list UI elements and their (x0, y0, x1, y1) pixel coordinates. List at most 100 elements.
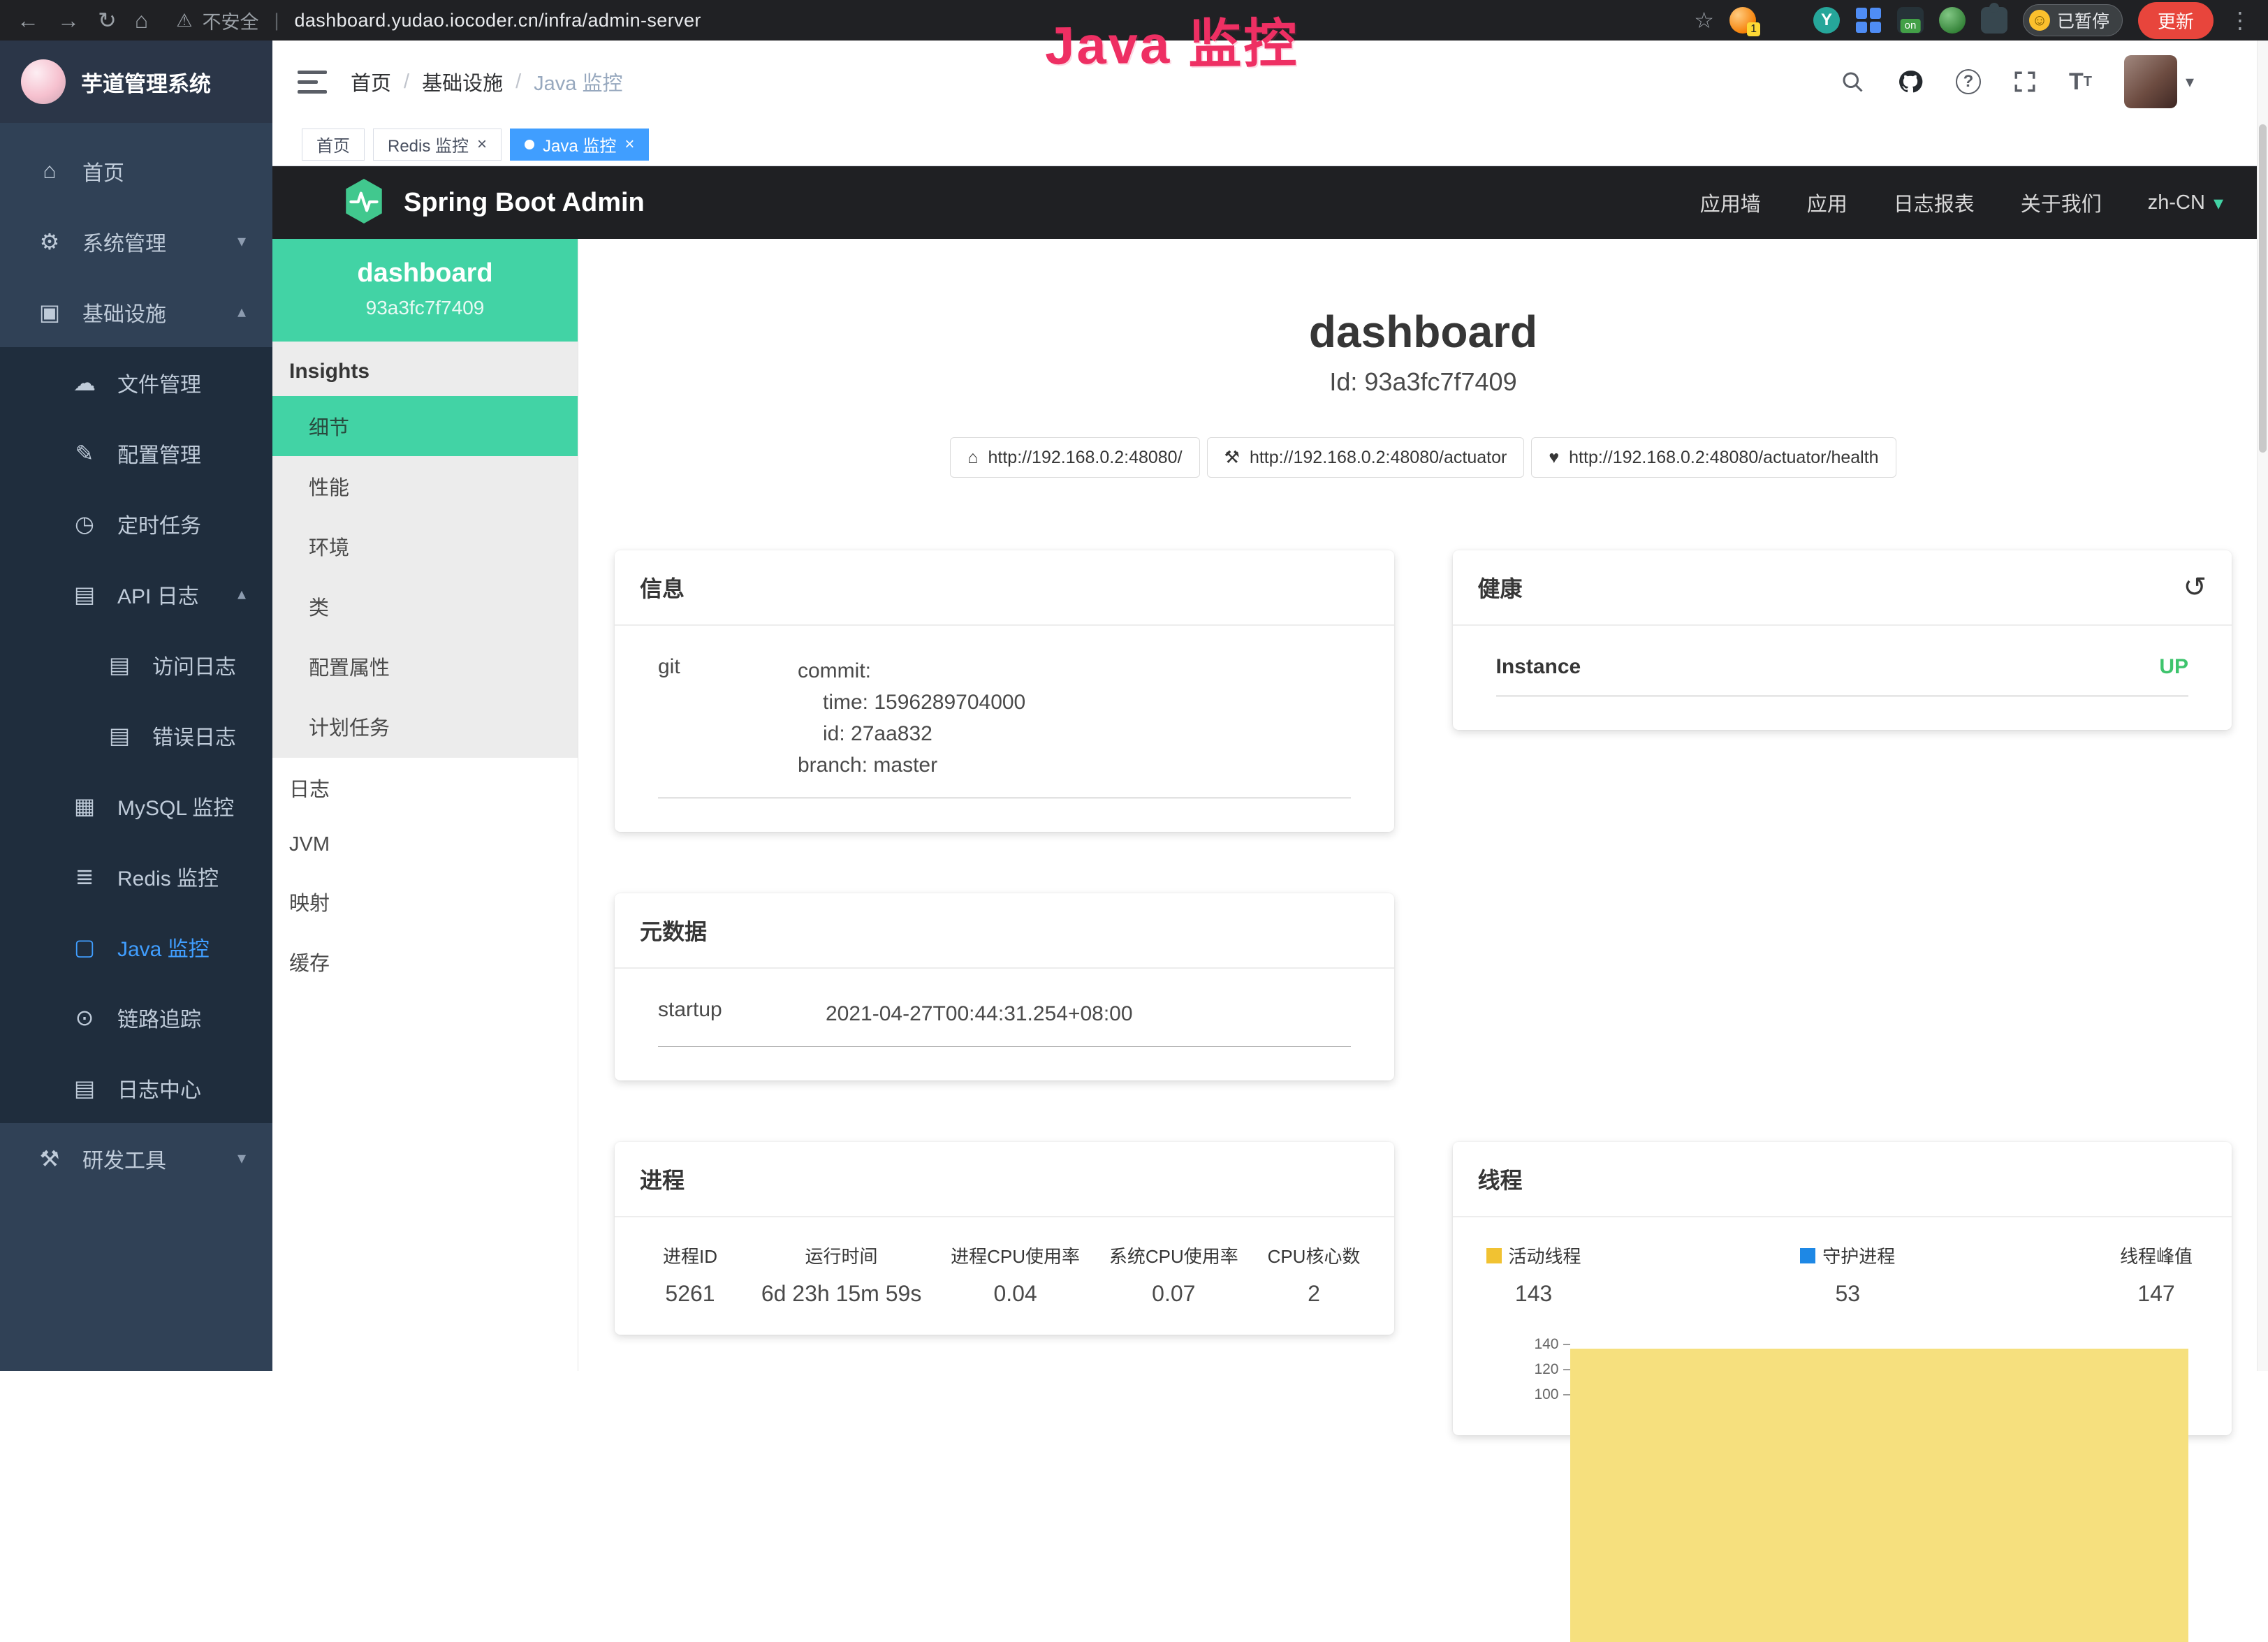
search-icon[interactable] (1840, 69, 1865, 94)
sidebar-item-file-mgmt[interactable]: ☁ 文件管理 (0, 347, 272, 418)
sidebar-item-tracing[interactable]: ⊙ 链路追踪 (0, 982, 272, 1053)
instance-nav-caches[interactable]: 缓存 (272, 932, 578, 992)
process-card-title: 进程 (640, 1163, 685, 1195)
process-metric: 进程CPU使用率 0.04 (951, 1243, 1080, 1307)
sidebar-item-home[interactable]: ⌂ 首页 (0, 135, 272, 206)
breadcrumb-home[interactable]: 首页 (351, 67, 391, 96)
browser-reload-icon[interactable]: ↻ (98, 9, 117, 31)
sidebar-item-label: Redis 监控 (117, 861, 219, 892)
on-extension-icon[interactable]: on (1897, 7, 1924, 34)
puzzle-extension-icon[interactable] (1981, 7, 2007, 34)
health-key: Instance (1496, 655, 1581, 679)
sba-nav-journal[interactable]: 日志报表 (1894, 188, 1975, 217)
sidebar-item-label: 首页 (82, 156, 124, 186)
sidebar-item-error-logs[interactable]: ▤ 错误日志 (0, 700, 272, 770)
hamburger-icon[interactable] (298, 71, 327, 94)
sidebar-item-infrastructure[interactable]: ▣ 基础设施 ▴ (0, 277, 272, 347)
sba-nav-wallboard[interactable]: 应用墙 (1700, 188, 1761, 217)
sidebar-item-dev-tools[interactable]: ⚒ 研发工具 ▾ (0, 1123, 272, 1194)
instance-nav-mappings[interactable]: 映射 (272, 872, 578, 932)
tab-redis-monitor[interactable]: Redis 监控 × (373, 129, 502, 161)
paused-badge[interactable]: ☺ 已暂停 (2023, 4, 2123, 36)
instance-url-link[interactable]: ⌂ http://192.168.0.2:48080/ (950, 437, 1199, 478)
sidebar-item-config-mgmt[interactable]: ✎ 配置管理 (0, 418, 272, 488)
sba-locale-select[interactable]: zh-CN ▾ (2148, 191, 2223, 214)
leaf-extension-icon[interactable] (1939, 7, 1966, 34)
redis-icon: ≣ (70, 863, 99, 890)
sidebar-item-redis-monitor[interactable]: ≣ Redis 监控 (0, 841, 272, 911)
instance-nav-classes[interactable]: 类 (272, 576, 578, 636)
close-icon[interactable]: × (477, 135, 487, 154)
threads-card-title: 线程 (1478, 1163, 1523, 1195)
sidebar-item-mysql-monitor[interactable]: ▦ MySQL 监控 (0, 770, 272, 841)
threads-chart: 140 120 100 (1486, 1332, 2199, 1407)
help-icon[interactable]: ? (1956, 69, 1981, 94)
instance-header[interactable]: dashboard 93a3fc7f7409 (272, 239, 578, 342)
instance-nav-details[interactable]: 细节 (272, 396, 578, 456)
instance-sidebar: dashboard 93a3fc7f7409 Insights 细节 性能 环境… (272, 239, 578, 1371)
instance-links: ⌂ http://192.168.0.2:48080/ ⚒ http://192… (615, 437, 2232, 478)
tab-java-monitor[interactable]: Java 监控 × (510, 129, 649, 161)
insights-group: Insights 细节 性能 环境 类 配置属性 计划任务 (272, 342, 578, 758)
sidebar-item-access-logs[interactable]: ▤ 访问日志 (0, 629, 272, 700)
grid-extension-icon[interactable] (1855, 7, 1882, 34)
y-extension-icon[interactable]: Y (1813, 7, 1840, 34)
browser-forward-icon[interactable]: → (57, 9, 80, 31)
sidebar-item-api-logs[interactable]: ▤ API 日志 ▴ (0, 559, 272, 629)
close-icon[interactable]: × (624, 135, 634, 154)
instance-nav-scheduled-tasks[interactable]: 计划任务 (272, 696, 578, 756)
actuator-url-link[interactable]: ⚒ http://192.168.0.2:48080/actuator (1207, 437, 1525, 478)
breadcrumb-current: Java 监控 (534, 67, 622, 96)
sidebar-item-system-mgmt[interactable]: ⚙ 系统管理 ▾ (0, 206, 272, 277)
tab-home[interactable]: 首页 (302, 129, 365, 161)
breadcrumb-infrastructure[interactable]: 基础设施 (422, 67, 503, 96)
sidebar-item-label: 文件管理 (117, 367, 201, 398)
home-icon: ⌂ (967, 448, 978, 468)
health-row-instance: Instance UP (1496, 655, 2189, 696)
sidebar-item-label: Java 监控 (117, 932, 210, 962)
threads-legend-peak: 线程峰值 147 (2114, 1243, 2198, 1307)
avatar-image (2124, 55, 2177, 108)
smiley-icon: ☺ (2029, 10, 2050, 31)
app-sidebar: 芋道管理系统 ⌂ 首页 ⚙ 系统管理 ▾ ▣ 基础设施 ▴ ☁ 文件管理 ✎ (0, 41, 272, 1371)
health-url-link[interactable]: ♥ http://192.168.0.2:48080/actuator/heal… (1531, 437, 1896, 478)
sba-nav-applications[interactable]: 应用 (1807, 188, 1848, 217)
health-card-title: 健康 (1478, 571, 1523, 603)
font-size-icon[interactable]: TT (2069, 68, 2092, 96)
metadata-key: startup (658, 998, 826, 1029)
instance-nav-jvm[interactable]: JVM (272, 818, 578, 872)
bookmark-star-icon[interactable]: ☆ (1694, 9, 1714, 31)
sba-header: Spring Boot Admin 应用墙 应用 日志报表 关于我们 zh-CN… (272, 166, 2268, 239)
sidebar-item-scheduled-jobs[interactable]: ◷ 定时任务 (0, 488, 272, 559)
threads-legend-live: 活动线程 143 (1486, 1243, 1581, 1307)
sidebar-item-label: 错误日志 (152, 720, 236, 751)
tools-icon: ⚒ (35, 1145, 64, 1172)
chart-y-axis: 140 120 100 (1507, 1332, 1570, 1407)
history-icon[interactable]: ↺ (2183, 573, 2207, 601)
instance-nav-config-props[interactable]: 配置属性 (272, 636, 578, 696)
browser-home-icon[interactable]: ⌂ (135, 9, 148, 31)
browser-back-icon[interactable]: ← (17, 9, 39, 31)
address-bar[interactable]: ⚠ 不安全 | dashboard.yudao.iocoder.cn/infra… (176, 7, 701, 34)
app-logo[interactable]: 芋道管理系统 (0, 41, 272, 123)
browser-menu-icon[interactable]: ⋮ (2229, 9, 2251, 31)
info-card: 信息 git commit: time: 1596289704000 id: 2… (615, 550, 1394, 832)
fullscreen-icon[interactable] (2013, 70, 2037, 94)
scrollbar-thumb[interactable] (2259, 124, 2267, 453)
sba-nav-about[interactable]: 关于我们 (2021, 188, 2102, 217)
breadcrumb-separator: / (404, 71, 409, 94)
sidebar-item-log-center[interactable]: ▤ 日志中心 (0, 1053, 272, 1123)
sidebar-item-label: 研发工具 (82, 1143, 166, 1174)
drop-extension-icon[interactable] (1771, 7, 1798, 34)
info-key: git (658, 655, 798, 781)
instance-nav-metrics[interactable]: 性能 (272, 456, 578, 516)
chart-plot-area (1570, 1332, 2199, 1407)
instance-nav-logs[interactable]: 日志 (272, 758, 578, 818)
fox-extension-icon[interactable]: 1 (1729, 7, 1756, 34)
user-avatar[interactable]: ▾ (2124, 55, 2194, 108)
health-heart-icon: ♥ (1549, 448, 1559, 468)
github-icon[interactable] (1897, 68, 1924, 95)
instance-nav-environment[interactable]: 环境 (272, 516, 578, 576)
sidebar-item-java-monitor[interactable]: ▢ Java 监控 (0, 911, 272, 982)
browser-update-button[interactable]: 更新 (2138, 2, 2214, 39)
